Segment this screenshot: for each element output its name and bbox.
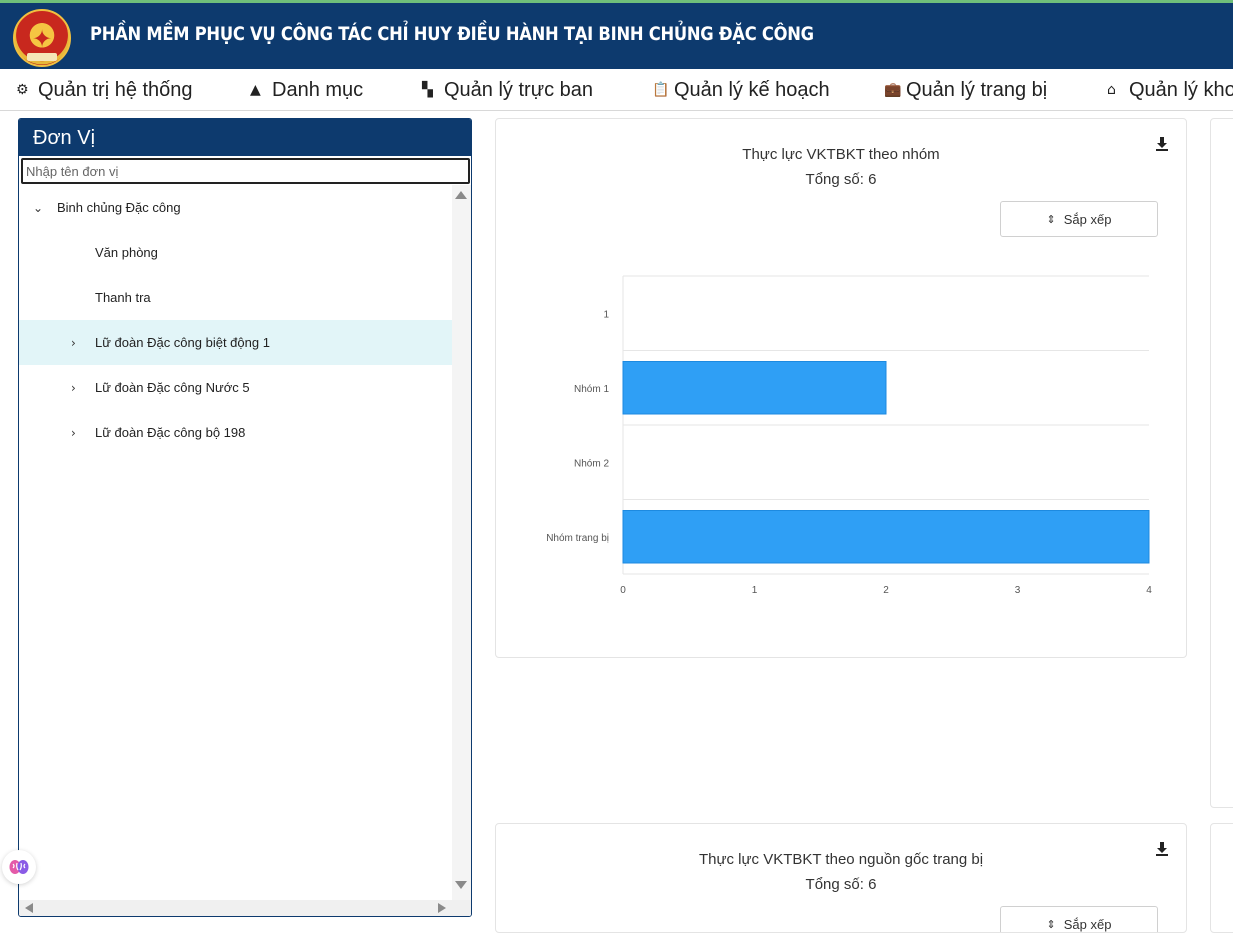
tree-horizontal-scrollbar[interactable] (19, 900, 471, 916)
unit-panel: Đơn Vị ⌄ Binh chủng Đặc công Văn phòng T… (18, 118, 472, 917)
menu-item-system-admin[interactable]: ⚙ Quản trị hệ thống (16, 77, 193, 103)
shapes-icon: ▲ (250, 82, 261, 98)
menu-item-label: Danh mục (272, 78, 364, 101)
tree-item-lu-doan-5[interactable]: › Lữ đoàn Đặc công Nước 5 (19, 365, 453, 410)
app-title: PHẦN MỀM PHỤC VỤ CÔNG TÁC CHỈ HUY ĐIỀU H… (90, 23, 814, 45)
tree-item-binh-chung[interactable]: ⌄ Binh chủng Đặc công (19, 185, 453, 230)
menu-item-duty[interactable]: ▚ Quản lý trực ban (422, 77, 593, 103)
tree-item-label: Thanh tra (95, 290, 151, 305)
chevron-right-icon[interactable]: › (71, 336, 85, 350)
menu-item-warehouse[interactable]: ⌂ Quản lý kho (1107, 77, 1233, 103)
tree-item-label: Lữ đoàn Đặc công biệt động 1 (95, 335, 270, 350)
sort-button-label: Sắp xếp (1063, 916, 1112, 932)
chart-card-source: Thực lực VKTBKT theo nguồn gốc trang bị … (495, 823, 1187, 933)
emblem-ribbon (27, 53, 57, 61)
unit-search-input[interactable] (21, 158, 470, 184)
x-tick-label: 3 (1015, 585, 1021, 596)
scroll-down-arrow-icon[interactable] (455, 881, 467, 889)
sort-button[interactable]: ⇕ Sắp xếp (1000, 906, 1158, 932)
chevron-right-icon[interactable]: › (71, 426, 85, 440)
menu-item-label: Quản lý trang bị (906, 78, 1048, 101)
bar-3 (622, 510, 1150, 564)
bar-1 (622, 361, 887, 415)
tree-item-van-phong[interactable]: Văn phòng (19, 230, 453, 275)
tree-item-label: Binh chủng Đặc công (57, 200, 181, 215)
tree-item-lu-doan-1[interactable]: › Lữ đoàn Đặc công biệt động 1 (19, 320, 453, 365)
scroll-left-arrow-icon[interactable] (25, 903, 33, 913)
sort-icon: ⇕ (1046, 917, 1056, 931)
tree-item-label: Lữ đoàn Đặc công Nước 5 (95, 380, 250, 395)
chart-card-group: Thực lực VKTBKT theo nhóm Tổng số: 6 ⇕ S… (495, 118, 1187, 658)
main-menu: ⚙ Quản trị hệ thống ▲ Danh mục ▚ Quản lý… (0, 69, 1233, 111)
chevron-right-icon[interactable]: › (71, 381, 85, 395)
y-tick-label: Nhóm 2 (574, 458, 609, 469)
emblem-star-icon: ✦ (31, 25, 53, 53)
bar-chart: 1 Nhóm 1 Nhóm 2 Nhóm trang bị 0 1 2 3 4 (546, 275, 1152, 596)
emblem-logo: ✦ (13, 9, 71, 67)
chart-card-right-bottom (1210, 823, 1233, 933)
x-tick-label: 4 (1146, 585, 1152, 596)
menu-item-catalog[interactable]: ▲ Danh mục (250, 77, 363, 103)
menu-item-label: Quản lý kho (1129, 78, 1233, 101)
y-tick-label: Nhóm 1 (574, 384, 609, 395)
chart-total: Tổng số: 6 (805, 876, 877, 893)
gear-icon: ⚙ (16, 82, 29, 98)
menu-item-label: Quản lý trực ban (444, 78, 594, 101)
assistant-button[interactable] (2, 850, 36, 884)
brain-icon (9, 860, 29, 874)
clipboard-clock-icon: 📋 (652, 82, 670, 98)
y-tick-label: 1 (603, 309, 609, 320)
warehouse-icon: ⌂ (1107, 82, 1116, 98)
scroll-up-arrow-icon[interactable] (455, 191, 467, 199)
x-tick-label: 0 (620, 585, 626, 596)
chart-title: Thực lực VKTBKT theo nguồn gốc trang bị (698, 851, 984, 868)
dashboard-icon: ▚ (422, 82, 433, 98)
download-icon[interactable] (1154, 841, 1170, 857)
unit-tree: ⌄ Binh chủng Đặc công Văn phòng Thanh tr… (19, 185, 453, 905)
tree-vertical-scrollbar[interactable] (452, 185, 471, 905)
menu-item-equipment[interactable]: 💼 Quản lý trang bị (884, 77, 1047, 103)
x-tick-label: 2 (883, 585, 889, 596)
menu-item-label: Quản lý kế hoạch (674, 78, 830, 101)
app-header: ✦ PHẦN MỀM PHỤC VỤ CÔNG TÁC CHỈ HUY ĐIỀU… (0, 0, 1233, 69)
tree-item-label: Lữ đoàn Đặc công bộ 198 (95, 425, 246, 440)
briefcase-icon: 💼 (884, 82, 902, 98)
tree-item-label: Văn phòng (95, 245, 158, 260)
chevron-down-icon[interactable]: ⌄ (33, 201, 47, 215)
menu-item-plans[interactable]: 📋 Quản lý kế hoạch (652, 77, 830, 103)
scroll-right-arrow-icon[interactable] (438, 903, 446, 913)
tree-item-thanh-tra[interactable]: Thanh tra (19, 275, 453, 320)
tree-item-lu-doan-198[interactable]: › Lữ đoàn Đặc công bộ 198 (19, 410, 453, 455)
y-tick-label: Nhóm trang bị (546, 533, 609, 544)
unit-panel-title: Đơn Vị (19, 119, 471, 156)
x-tick-label: 1 (752, 585, 758, 596)
chart-card-right-top (1210, 118, 1233, 808)
menu-item-label: Quản trị hệ thống (38, 78, 193, 101)
